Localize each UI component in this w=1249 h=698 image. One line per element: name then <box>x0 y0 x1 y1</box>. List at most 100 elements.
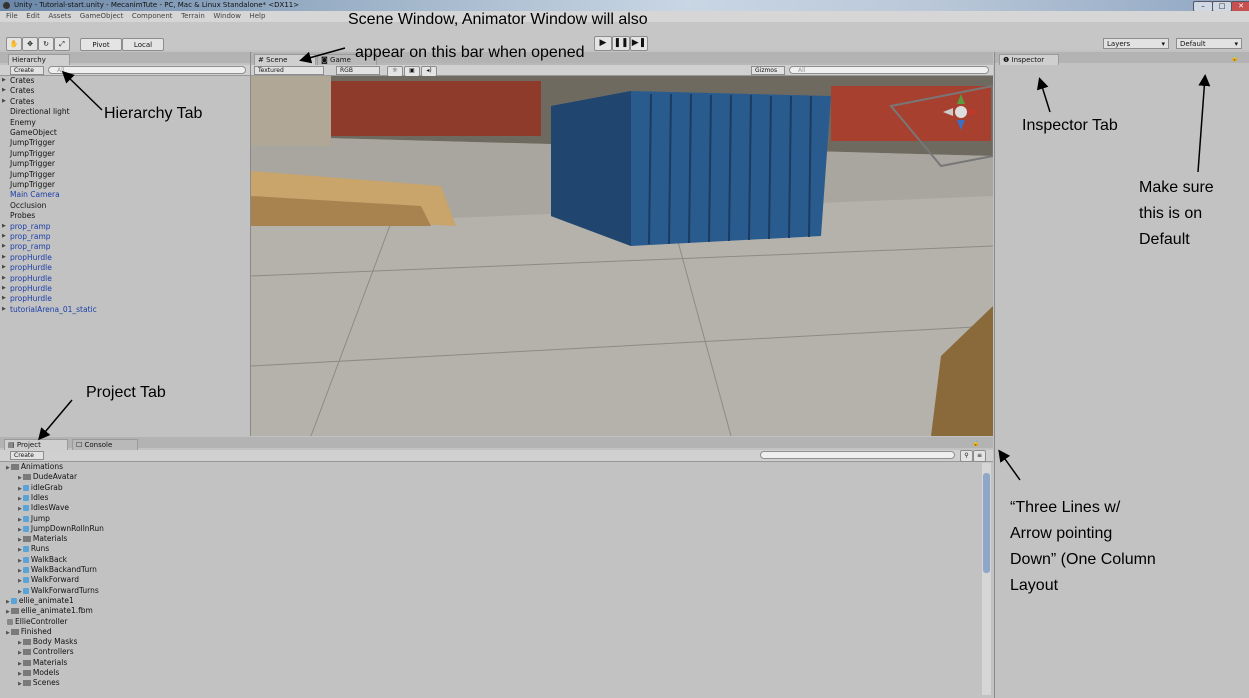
expand-arrow-icon[interactable]: ▶ <box>18 681 22 687</box>
menu-edit[interactable]: Edit <box>26 12 40 20</box>
expand-arrow-icon[interactable]: ▶ <box>18 589 22 595</box>
project-scrollbar[interactable] <box>982 463 991 695</box>
expand-arrow-icon[interactable]: ▶ <box>18 671 22 677</box>
expand-arrow-icon[interactable]: ▶ <box>18 640 22 646</box>
scene-viewport[interactable] <box>251 76 993 436</box>
project-item[interactable]: ▶ idleGrab <box>18 483 63 492</box>
local-toggle[interactable]: Local <box>122 38 164 51</box>
project-create-button[interactable]: Create <box>10 451 44 460</box>
menu-component[interactable]: Component <box>132 12 173 20</box>
expand-arrow-icon[interactable]: ▶ <box>18 527 22 533</box>
hierarchy-item[interactable]: propHurdle <box>10 294 52 303</box>
expand-arrow-icon[interactable]: ▶ <box>2 243 6 249</box>
menu-file[interactable]: File <box>6 12 18 20</box>
project-item[interactable]: ▶ Animations <box>6 462 63 471</box>
hierarchy-item[interactable]: prop_ramp <box>10 232 51 241</box>
project-item[interactable]: ▶ ellie_animate1.fbm <box>6 606 93 615</box>
shading-mode-dropdown[interactable]: Textured <box>254 66 324 75</box>
layers-dropdown[interactable]: Layers ▾ <box>1103 38 1169 49</box>
hierarchy-item[interactable]: JumpTrigger <box>10 159 55 168</box>
project-item[interactable]: ▶ Body Masks <box>18 637 77 646</box>
project-item[interactable]: ▶ WalkForwardTurns <box>18 586 99 595</box>
step-button[interactable]: ▶❚ <box>630 36 648 51</box>
expand-arrow-icon[interactable]: ▶ <box>18 506 22 512</box>
layout-dropdown[interactable]: Default ▾ <box>1176 38 1242 49</box>
play-button[interactable]: ▶ <box>594 36 612 51</box>
hierarchy-item[interactable]: Probes <box>10 211 35 220</box>
hierarchy-item[interactable]: propHurdle <box>10 253 52 262</box>
expand-arrow-icon[interactable]: ▶ <box>2 77 6 83</box>
scene-search-input[interactable]: All <box>789 66 989 74</box>
hierarchy-item[interactable]: Main Camera <box>10 190 60 199</box>
project-item[interactable]: ▶ Materials <box>18 658 67 667</box>
project-item[interactable]: ▶ JumpDownRollnRun <box>18 524 104 533</box>
expand-arrow-icon[interactable]: ▶ <box>2 87 6 93</box>
project-item[interactable]: EllieController <box>6 617 68 626</box>
expand-arrow-icon[interactable]: ▶ <box>18 475 22 481</box>
tab-inspector[interactable]: ❶ Inspector <box>999 54 1059 65</box>
project-item[interactable]: ▶ DudeAvatar <box>18 472 77 481</box>
hierarchy-item[interactable]: JumpTrigger <box>10 180 55 189</box>
scale-tool-icon[interactable]: ⤢ <box>54 37 70 51</box>
hierarchy-item[interactable]: Enemy <box>10 118 36 127</box>
hierarchy-item[interactable]: JumpTrigger <box>10 149 55 158</box>
hierarchy-item[interactable]: GameObject <box>10 128 57 137</box>
filter-type-icon[interactable]: ⚲ <box>960 450 973 462</box>
hand-tool-icon[interactable]: ✋ <box>6 37 22 51</box>
render-mode-dropdown[interactable]: RGB <box>336 66 380 75</box>
project-item[interactable]: ▶ Controllers <box>18 647 74 656</box>
expand-arrow-icon[interactable]: ▶ <box>18 650 22 656</box>
expand-arrow-icon[interactable]: ▶ <box>18 547 22 553</box>
project-item[interactable]: ▶ WalkForward <box>18 575 79 584</box>
expand-arrow-icon[interactable]: ▶ <box>2 254 6 260</box>
hierarchy-item[interactable]: tutorialArena_01_static <box>10 305 97 314</box>
expand-arrow-icon[interactable]: ▶ <box>18 661 22 667</box>
one-column-layout-icon[interactable]: ≡ <box>973 450 986 462</box>
tab-console[interactable]: ☐ Console <box>72 439 138 450</box>
lock-icon[interactable]: 🔒 <box>1231 55 1238 62</box>
expand-arrow-icon[interactable]: ▶ <box>18 558 22 564</box>
hierarchy-create-button[interactable]: Create <box>10 66 44 75</box>
pivot-toggle[interactable]: Pivot <box>80 38 122 51</box>
menu-terrain[interactable]: Terrain <box>181 12 205 20</box>
scrollbar-thumb[interactable] <box>983 473 990 573</box>
hierarchy-item[interactable]: propHurdle <box>10 284 52 293</box>
expand-arrow-icon[interactable]: ▶ <box>6 630 10 636</box>
menu-help[interactable]: Help <box>249 12 265 20</box>
project-item[interactable]: ▶ ellie_animate1 <box>6 596 74 605</box>
hierarchy-item[interactable]: Occlusion <box>10 201 46 210</box>
project-item[interactable]: ▶ WalkBackandTurn <box>18 565 97 574</box>
project-item[interactable]: ▶ Materials <box>18 534 67 543</box>
project-search-input[interactable] <box>760 451 955 459</box>
hierarchy-item[interactable]: Crates <box>10 76 34 85</box>
hierarchy-item[interactable]: Crates <box>10 86 34 95</box>
expand-arrow-icon[interactable]: ▶ <box>6 609 10 615</box>
project-item[interactable]: ▶ Jump <box>18 514 50 523</box>
hierarchy-item[interactable]: Crates <box>10 97 34 106</box>
project-item[interactable]: ▶ IdlesWave <box>18 503 69 512</box>
lock-icon[interactable]: 🔒 <box>972 440 979 447</box>
expand-arrow-icon[interactable]: ▶ <box>2 233 6 239</box>
expand-arrow-icon[interactable]: ▶ <box>18 537 22 543</box>
hierarchy-item[interactable]: JumpTrigger <box>10 138 55 147</box>
expand-arrow-icon[interactable]: ▶ <box>6 465 10 471</box>
project-item[interactable]: ▶ Scenes <box>18 678 60 687</box>
tab-hierarchy[interactable]: Hierarchy <box>8 54 70 65</box>
gizmos-dropdown[interactable]: Gizmos <box>751 66 785 75</box>
scene-orientation-gizmo[interactable] <box>941 92 981 132</box>
expand-arrow-icon[interactable]: ▶ <box>2 285 6 291</box>
expand-arrow-icon[interactable]: ▶ <box>18 517 22 523</box>
expand-arrow-icon[interactable]: ▶ <box>2 223 6 229</box>
expand-arrow-icon[interactable]: ▶ <box>6 599 10 605</box>
hierarchy-item[interactable]: prop_ramp <box>10 222 51 231</box>
tab-scene[interactable]: # Scene <box>254 54 316 65</box>
project-item[interactable]: ▶ Finished <box>6 627 52 636</box>
expand-arrow-icon[interactable]: ▶ <box>2 264 6 270</box>
tab-project[interactable]: ▤ Project <box>4 439 68 450</box>
pause-button[interactable]: ❚❚ <box>612 36 630 51</box>
expand-arrow-icon[interactable]: ▶ <box>2 306 6 312</box>
hierarchy-item[interactable]: JumpTrigger <box>10 170 55 179</box>
hierarchy-item[interactable]: Directional light <box>10 107 70 116</box>
expand-arrow-icon[interactable]: ▶ <box>18 578 22 584</box>
project-item[interactable]: ▶ Runs <box>18 544 49 553</box>
